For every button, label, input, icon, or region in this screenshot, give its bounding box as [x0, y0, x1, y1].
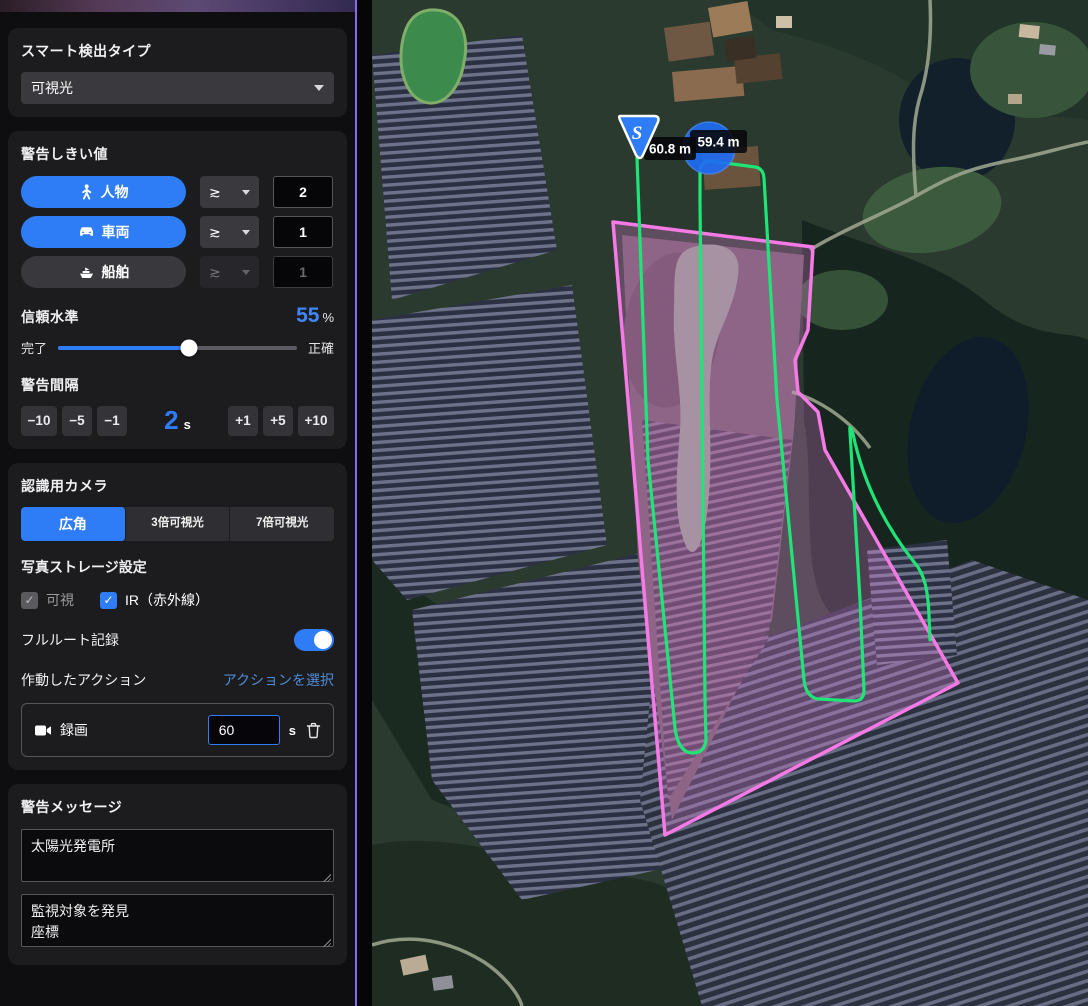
duration-input[interactable]: 60 — [208, 715, 280, 745]
toggle-knob — [314, 631, 332, 649]
satellite-map-canvas: 59.4 m 60.8 m S — [372, 0, 1088, 1006]
vehicle-label: 車両 — [102, 222, 130, 242]
operator-glyph: ≳ — [209, 224, 221, 241]
warning-threshold-title: 警告しきい値 — [21, 144, 334, 164]
ship-count-input: 1 — [273, 256, 333, 288]
threshold-row-vehicle: 車両 ≳ 1 — [21, 216, 334, 248]
interval-unit: s — [184, 417, 191, 432]
detection-type-value: 可視光 — [31, 78, 73, 98]
map-view[interactable]: 59.4 m 60.8 m S — [372, 0, 1088, 1006]
tab-7x-visible[interactable]: 7倍可視光 — [230, 507, 334, 541]
chevron-down-icon — [242, 190, 250, 195]
action-item-card: 録画 60 s — [21, 703, 334, 757]
person-count-input[interactable]: 2 — [273, 176, 333, 208]
svg-text:S: S — [632, 123, 643, 144]
car-icon — [78, 225, 95, 239]
camera-title: 認識用カメラ — [21, 476, 334, 496]
confidence-row: 信頼水準 55% — [21, 304, 334, 328]
full-route-row: フルルート記録 — [21, 629, 334, 651]
confidence-unit: % — [322, 310, 334, 325]
interval-plus-1-button[interactable]: +1 — [228, 406, 258, 436]
person-toggle-button[interactable]: 人物 — [21, 176, 186, 208]
ir-checkbox[interactable]: ✓ — [100, 592, 117, 609]
confidence-value: 55 — [296, 304, 319, 327]
smart-detection-panel: スマート検出タイプ 可視光 — [8, 28, 347, 117]
waypoint-altitude-tooltip: 59.4 m — [690, 130, 747, 153]
vehicle-count-input[interactable]: 1 — [273, 216, 333, 248]
svg-text:60.8 m: 60.8 m — [649, 142, 691, 157]
interval-minus-1-button[interactable]: −1 — [97, 406, 127, 436]
full-route-toggle[interactable] — [294, 629, 334, 651]
person-icon — [79, 184, 94, 200]
interval-label: 警告間隔 — [21, 375, 334, 395]
action-name-group: 録画 — [34, 720, 208, 740]
camera-tabs: 広角 3倍可視光 7倍可視光 — [21, 507, 334, 541]
interval-minus-5-button[interactable]: −5 — [62, 406, 92, 436]
slider-min-label: 完了 — [21, 338, 47, 357]
warning-message-title: 警告メッセージ — [21, 797, 334, 817]
message-field-2-wrap: 監視対象を発見 座標 — [21, 894, 334, 952]
video-camera-icon — [34, 724, 52, 737]
photo-storage-title: 写真ストレージ設定 — [21, 557, 334, 577]
confidence-slider-fill — [58, 346, 189, 350]
vehicle-operator-select[interactable]: ≳ — [200, 216, 259, 248]
vehicle-toggle-button[interactable]: 車両 — [21, 216, 186, 248]
svg-text:59.4 m: 59.4 m — [697, 135, 739, 150]
warning-message-panel: 警告メッセージ 太陽光発電所 監視対象を発見 座標 — [8, 784, 347, 965]
ir-checkbox-group: ✓ IR（赤外線） — [100, 590, 209, 610]
chevron-down-icon — [242, 270, 250, 275]
photo-storage-options: ✓ 可視 ✓ IR（赤外線） — [21, 590, 334, 610]
triggered-action-row: 作動したアクション アクションを選択 — [21, 670, 334, 690]
person-label: 人物 — [101, 182, 129, 202]
threshold-row-person: 人物 ≳ 2 — [21, 176, 334, 208]
chevron-down-icon — [242, 230, 250, 235]
interval-plus-5-button[interactable]: +5 — [263, 406, 293, 436]
chevron-down-icon — [314, 85, 324, 91]
confidence-label: 信頼水準 — [21, 307, 79, 327]
flight-route-editor: スマート検出タイプ 可視光 警告しきい値 人物 ≳ — [0, 0, 1088, 1006]
interval-value-group: 2 s — [132, 405, 223, 436]
duration-unit: s — [289, 723, 296, 738]
camera-panel: 認識用カメラ 広角 3倍可視光 7倍可視光 写真ストレージ設定 ✓ 可視 ✓ I… — [8, 463, 347, 770]
trash-icon[interactable] — [306, 722, 321, 739]
tab-3x-visible[interactable]: 3倍可視光 — [126, 507, 231, 541]
confidence-slider-thumb[interactable] — [181, 339, 198, 356]
visible-checkbox-label: 可視 — [46, 590, 74, 610]
full-route-label: フルルート記録 — [21, 630, 119, 650]
ship-toggle-button[interactable]: 船舶 — [21, 256, 186, 288]
detection-type-dropdown[interactable]: 可視光 — [21, 72, 334, 104]
start-altitude-tooltip: 60.8 m — [644, 137, 696, 160]
interval-minus-10-button[interactable]: −10 — [21, 406, 57, 436]
select-action-link[interactable]: アクションを選択 — [223, 670, 334, 690]
confidence-slider-row: 完了 正確 — [21, 338, 334, 357]
interval-value: 2 — [164, 405, 178, 436]
message-field-1-wrap: 太陽光発電所 — [21, 829, 334, 887]
ship-icon — [78, 265, 95, 280]
settings-sidebar: スマート検出タイプ 可視光 警告しきい値 人物 ≳ — [0, 0, 357, 1006]
action-name: 録画 — [60, 720, 88, 740]
operator-glyph: ≳ — [209, 184, 221, 201]
ship-operator-select: ≳ — [200, 256, 259, 288]
person-operator-select[interactable]: ≳ — [200, 176, 259, 208]
interval-stepper: −10 −5 −1 2 s +1 +5 +10 — [21, 405, 334, 436]
slider-max-label: 正確 — [308, 338, 334, 357]
triggered-action-label: 作動したアクション — [21, 670, 146, 690]
threshold-row-ship: 船舶 ≳ 1 — [21, 256, 334, 288]
interval-plus-10-button[interactable]: +10 — [298, 406, 334, 436]
message-field-1[interactable]: 太陽光発電所 — [21, 829, 334, 882]
warning-threshold-panel: 警告しきい値 人物 ≳ 2 — [8, 131, 347, 449]
tab-wide-angle[interactable]: 広角 — [21, 507, 126, 541]
message-field-2[interactable]: 監視対象を発見 座標 — [21, 894, 334, 947]
visible-checkbox-group: ✓ 可視 — [21, 590, 74, 610]
visible-checkbox: ✓ — [21, 592, 38, 609]
ship-label: 船舶 — [102, 262, 130, 282]
ir-checkbox-label: IR（赤外線） — [125, 590, 209, 610]
smart-detection-title: スマート検出タイプ — [21, 41, 334, 61]
sidebar-accent-bar — [0, 0, 355, 12]
confidence-value-group: 55% — [296, 304, 334, 328]
confidence-slider-track[interactable] — [58, 346, 297, 350]
operator-glyph: ≳ — [209, 264, 221, 281]
